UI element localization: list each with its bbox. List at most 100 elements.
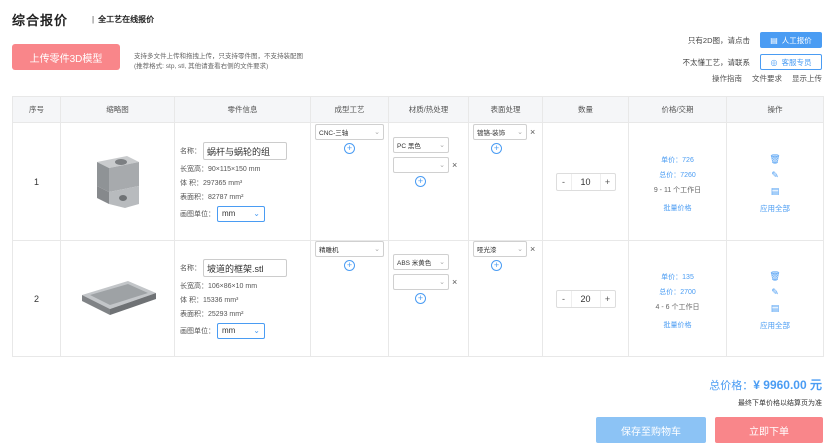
quantity-value[interactable]: 10 xyxy=(570,173,601,190)
add-surface-icon[interactable]: + xyxy=(491,259,502,271)
increment-button[interactable]: + xyxy=(601,177,615,187)
grand-total: 总价格：¥ 9960.00 元 xyxy=(709,376,822,393)
unit-value: mm xyxy=(222,326,236,335)
quantity-stepper[interactable]: - 20 + xyxy=(555,289,616,308)
price-cell: 单价：726 总价：7260 9 - 11 个工作日 批量价格 xyxy=(628,122,727,241)
trash-icon[interactable]: 🗑 xyxy=(727,271,823,282)
part-thumbnail[interactable] xyxy=(60,240,175,357)
order-now-button[interactable]: 立即下单 xyxy=(715,417,823,443)
chevron-down-icon: ⌄ xyxy=(253,209,260,218)
chat-icon: ◎ xyxy=(770,57,778,67)
chevron-down-icon: ⌄ xyxy=(374,128,380,136)
process-value: 精雕机 xyxy=(319,246,339,254)
remove-icon[interactable]: × xyxy=(452,160,457,170)
remove-icon[interactable]: × xyxy=(530,127,535,137)
file-requirements-link[interactable]: 文件要求 xyxy=(752,73,782,84)
add-process-icon[interactable]: + xyxy=(344,142,355,154)
size-value: 90×115×150 mm xyxy=(208,165,261,173)
col-header-material: 材质/热处理 xyxy=(388,96,469,123)
trash-icon[interactable]: 🗑 xyxy=(727,154,823,165)
total-value: ¥ 9960.00 元 xyxy=(753,378,822,392)
surface-select[interactable]: 镀铬-装饰 ⌄ xyxy=(473,123,527,140)
bracket-part-image xyxy=(96,155,139,208)
add-process-icon[interactable]: + xyxy=(344,259,355,271)
material-select[interactable]: ABS 米黄色 ⌄ xyxy=(393,253,449,270)
surface-value: 哑光漆 xyxy=(477,246,497,254)
size-label: 长宽高： xyxy=(180,282,208,290)
size-label: 长宽高： xyxy=(180,165,208,173)
remove-icon[interactable]: × xyxy=(530,244,535,254)
row-seq: 1 xyxy=(12,122,61,241)
part-thumbnail[interactable] xyxy=(60,122,175,241)
upload-hint: 支持多文件上传和拖拽上传，只支持零件图，不支持装配图 xyxy=(134,53,303,60)
add-material-icon[interactable]: + xyxy=(415,292,426,304)
page-title: 综合报价 xyxy=(12,13,69,28)
surface-cell: 哑光漆 ⌄ × + xyxy=(468,240,543,357)
file-icon[interactable]: ▤ xyxy=(727,303,823,314)
show-upload-link[interactable]: 显示上传 xyxy=(792,73,822,84)
remove-icon[interactable]: × xyxy=(452,277,457,287)
document-icon: ▤ xyxy=(770,35,778,45)
lead-time: 9 - 11 个工作日 xyxy=(653,187,702,194)
manual-quote-row: 只有2D图，请点击 ▤ 人工报价 xyxy=(688,32,822,48)
chevron-down-icon: ⌄ xyxy=(517,245,523,253)
part-name-input[interactable]: 蜗杆与蜗轮的组 xyxy=(203,141,287,160)
area-label: 表面积： xyxy=(180,193,208,201)
increment-button[interactable]: + xyxy=(601,294,615,304)
material-cell: PC 黑色 ⌄ ⌄ × + xyxy=(388,122,469,241)
customer-service-button[interactable]: ◎ 客服专员 xyxy=(760,54,822,70)
col-header-seq: 序号 xyxy=(12,96,61,123)
service-row: 不太懂工艺，请联系 ◎ 客服专员 xyxy=(682,54,822,70)
unit-value: mm xyxy=(222,209,236,218)
page-subtitle: 全工艺在线报价 xyxy=(92,14,154,25)
apply-all-link[interactable]: 应用全部 xyxy=(727,320,823,331)
chevron-down-icon: ⌄ xyxy=(253,326,260,335)
file-icon[interactable]: ▤ xyxy=(727,186,823,197)
unit-select[interactable]: mm ⌄ xyxy=(217,322,265,339)
guide-link[interactable]: 操作指南 xyxy=(712,73,742,84)
manual-quote-button[interactable]: ▤ 人工报价 xyxy=(760,32,822,48)
actions-cell: 🗑 ✎ ▤ 应用全部 xyxy=(726,240,824,357)
lead-time: 4 - 6 个工作日 xyxy=(655,304,700,311)
surface-cell: 镀铬-装饰 ⌄ × + xyxy=(468,122,543,241)
heat-treatment-select[interactable]: ⌄ xyxy=(393,156,449,173)
chevron-down-icon: ⌄ xyxy=(439,258,445,266)
decrement-button[interactable]: - xyxy=(557,177,571,187)
upload-3d-model-button[interactable]: 上传零件3D模型 xyxy=(12,44,120,70)
actions-cell: 🗑 ✎ ▤ 应用全部 xyxy=(726,122,824,241)
service-text: 不太懂工艺，请联系 xyxy=(682,57,751,67)
row-seq: 2 xyxy=(12,240,61,357)
part-name-input[interactable]: 坡道的框架.stl xyxy=(203,258,287,277)
save-to-cart-button[interactable]: 保存至购物车 xyxy=(596,417,706,443)
process-select[interactable]: 精雕机 ⌄ xyxy=(315,240,384,257)
col-header-part-info: 零件信息 xyxy=(174,96,311,123)
frame-part-image xyxy=(81,280,156,315)
unit-select[interactable]: mm ⌄ xyxy=(217,205,265,222)
add-surface-icon[interactable]: + xyxy=(491,142,502,154)
volume-value: 297365 mm³ xyxy=(202,179,243,187)
batch-price-link[interactable]: 批量价格 xyxy=(629,203,726,213)
material-value: PC 黑色 xyxy=(397,142,421,150)
quantity-stepper[interactable]: - 10 + xyxy=(555,172,616,191)
quantity-value[interactable]: 20 xyxy=(570,290,601,307)
chevron-down-icon: ⌄ xyxy=(517,128,523,136)
decrement-button[interactable]: - xyxy=(557,294,571,304)
total-price: 总价：7260 xyxy=(659,172,696,179)
table-row: 1 名称： 蜗杆与蜗轮的组 长宽高：90×115×150 mm 体 积：2973… xyxy=(12,122,824,241)
surface-select[interactable]: 哑光漆 ⌄ xyxy=(473,240,527,257)
material-select[interactable]: PC 黑色 ⌄ xyxy=(393,136,449,153)
apply-all-link[interactable]: 应用全部 xyxy=(727,203,823,214)
manual-quote-label: 人工报价 xyxy=(781,35,812,45)
process-select[interactable]: CNC-三轴 ⌄ xyxy=(315,123,384,140)
unit-price: 单价：726 xyxy=(661,157,694,164)
col-header-price: 价格/交期 xyxy=(628,96,727,123)
edit-icon[interactable]: ✎ xyxy=(727,287,823,298)
part-info: 名称： 蜗杆与蜗轮的组 长宽高：90×115×150 mm 体 积：297365… xyxy=(174,122,311,241)
edit-icon[interactable]: ✎ xyxy=(727,170,823,181)
batch-price-link[interactable]: 批量价格 xyxy=(629,320,726,330)
manual-quote-text: 只有2D图，请点击 xyxy=(687,35,750,45)
add-material-icon[interactable]: + xyxy=(415,175,426,187)
unit-price: 单价：135 xyxy=(661,274,694,281)
process-value: CNC-三轴 xyxy=(319,129,349,137)
heat-treatment-select[interactable]: ⌄ xyxy=(393,273,449,290)
